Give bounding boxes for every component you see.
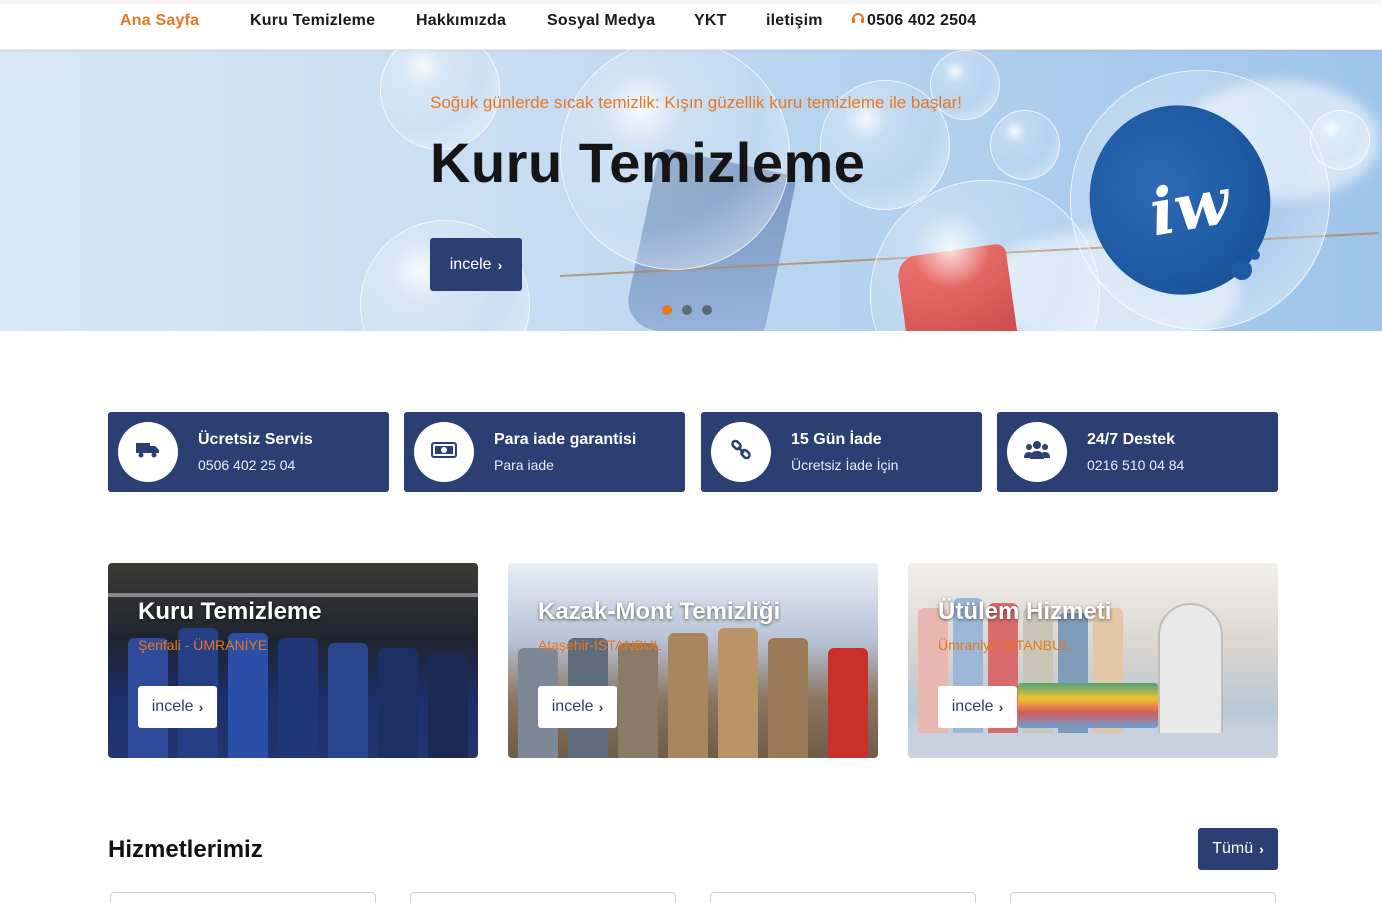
nav-item-hakkimizda[interactable]: Hakkımızda	[416, 12, 506, 30]
hero-incele-button[interactable]: incele ›	[430, 238, 522, 291]
nav-phone-link[interactable]: 0506 402 2504	[851, 11, 976, 30]
garment-shape	[328, 643, 368, 758]
promo-button-label: incele	[551, 698, 594, 715]
feature-icon-circle	[1007, 422, 1067, 482]
bubble-shape	[1310, 110, 1370, 170]
hero-headline: Kuru Temizleme	[430, 131, 866, 194]
promo-card-kuru-temizleme[interactable]: Kuru Temizleme Şerifali - ÜMRANİYE incel…	[108, 563, 478, 758]
slider-pagination	[662, 305, 712, 315]
service-card[interactable]	[1010, 892, 1276, 903]
feature-icon-circle	[414, 422, 474, 482]
promo-card-utulem[interactable]: Ütülem Hizmeti Ümraniye-İSTANBUL incele …	[908, 563, 1278, 758]
users-icon	[1024, 440, 1050, 465]
nav-item-ykt[interactable]: YKT	[694, 12, 727, 30]
chevron-right-icon: ›	[497, 256, 503, 273]
ironing-board	[908, 733, 1278, 758]
feature-icon-circle	[118, 422, 178, 482]
garment-shape	[828, 648, 868, 758]
promo-subtitle: Ataşehir-İSTANBUL	[538, 637, 662, 653]
promo-incele-button[interactable]: incele ›	[938, 686, 1017, 728]
feature-box-support: 24/7 Destek 0216 510 04 84	[997, 412, 1278, 492]
garment-shape	[378, 648, 418, 758]
promo-incele-button[interactable]: incele ›	[538, 686, 617, 728]
chevron-right-icon: ›	[1259, 841, 1264, 857]
promo-title: Kazak-Mont Temizliği	[538, 598, 781, 625]
service-card[interactable]	[110, 892, 376, 903]
nav-phone-number: 0506 402 2504	[867, 12, 977, 29]
feature-subtitle: 0216 510 04 84	[1087, 457, 1185, 473]
folded-clothes-stack	[1018, 683, 1158, 728]
feature-subtitle: Ücretsiz İade İçin	[791, 457, 899, 473]
chevron-right-icon: ›	[998, 699, 1004, 715]
truck-icon	[136, 441, 160, 464]
feature-title: 15 Gün İade	[791, 431, 882, 448]
chevron-right-icon: ›	[198, 699, 204, 715]
garment-shape	[618, 643, 658, 758]
promo-button-label: incele	[151, 698, 194, 715]
hero-slider: iw Soğuk günlerde sıcak temizlik: Kışın …	[0, 50, 1382, 331]
money-icon	[431, 441, 457, 463]
services-section-title: Hizmetlerimiz	[108, 836, 263, 863]
promo-title: Kuru Temizleme	[138, 598, 322, 625]
link-icon	[730, 439, 752, 466]
top-navigation: Ana Sayfa Kuru Temizleme Hakkımızda Sosy…	[0, 0, 1382, 50]
chevron-right-icon: ›	[598, 699, 604, 715]
brand-logo-dot	[1232, 260, 1252, 280]
promo-subtitle: Şerifali - ÜMRANİYE	[138, 637, 268, 653]
nav-item-iletisim[interactable]: iletişim	[766, 12, 823, 30]
bubble-shape	[990, 110, 1060, 180]
headset-icon	[851, 11, 867, 28]
promo-incele-button[interactable]: incele ›	[138, 686, 217, 728]
brand-logo-dot	[1250, 250, 1260, 260]
promo-button-label: incele	[951, 698, 994, 715]
nav-item-kuru-temizleme[interactable]: Kuru Temizleme	[250, 12, 375, 30]
hero-kicker: Soğuk günlerde sıcak temizlik: Kışın güz…	[430, 93, 962, 112]
promo-card-kazak-mont[interactable]: Kazak-Mont Temizliği Ataşehir-İSTANBUL i…	[508, 563, 878, 758]
service-card[interactable]	[710, 892, 976, 903]
services-all-button[interactable]: Tümü ›	[1198, 828, 1278, 870]
garment-shape	[668, 633, 708, 758]
feature-subtitle: Para iade	[494, 457, 554, 473]
service-card[interactable]	[410, 892, 676, 903]
top-strip	[0, 0, 1382, 4]
garment-shape	[428, 653, 468, 758]
garment-shape	[278, 638, 318, 758]
slider-dot[interactable]	[682, 305, 692, 315]
garment-shape	[718, 628, 758, 758]
feature-icon-circle	[711, 422, 771, 482]
clothes-rack	[108, 593, 478, 597]
promo-subtitle: Ümraniye-İSTANBUL	[938, 637, 1070, 653]
slider-dot[interactable]	[702, 305, 712, 315]
slider-dot[interactable]	[662, 305, 672, 315]
iron-shape	[1158, 603, 1223, 743]
garment-shape	[768, 638, 808, 758]
feature-title: 24/7 Destek	[1087, 431, 1176, 448]
feature-title: Ücretsiz Servis	[198, 431, 313, 448]
nav-item-ana-sayfa[interactable]: Ana Sayfa	[120, 12, 199, 30]
hero-button-label: incele	[449, 255, 492, 273]
feature-box-money-back: Para iade garantisi Para iade	[404, 412, 685, 492]
feature-title: Para iade garantisi	[494, 431, 637, 448]
feature-subtitle: 0506 402 25 04	[198, 457, 296, 473]
promo-title: Ütülem Hizmeti	[938, 598, 1112, 625]
services-all-label: Tümü	[1212, 840, 1254, 857]
nav-item-sosyal-medya[interactable]: Sosyal Medya	[547, 12, 655, 30]
feature-box-15-day-return: 15 Gün İade Ücretsiz İade İçin	[701, 412, 982, 492]
brand-logo-mark: iw	[1144, 163, 1236, 252]
feature-box-free-service: Ücretsiz Servis 0506 402 25 04	[108, 412, 389, 492]
